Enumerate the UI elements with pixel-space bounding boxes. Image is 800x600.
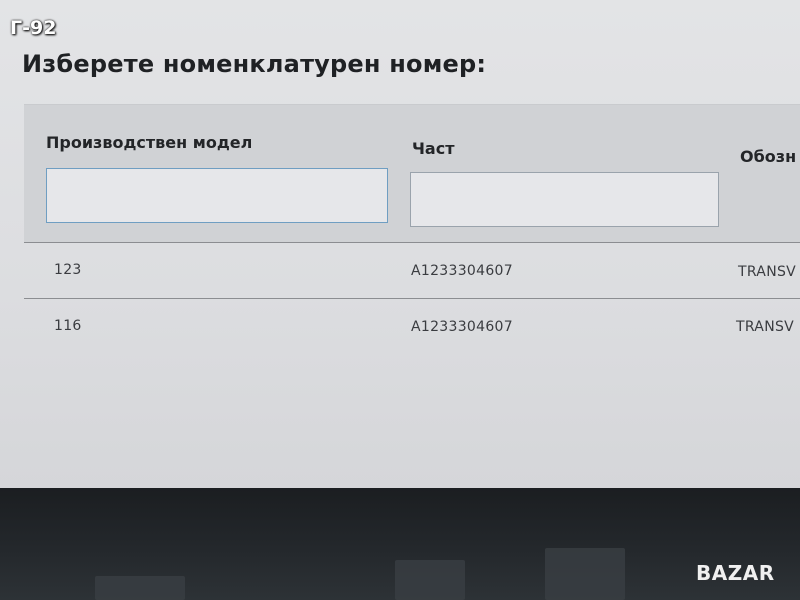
cell-model: 116	[54, 318, 82, 334]
column-header-part: Част	[412, 139, 455, 158]
truck-silhouette	[395, 560, 465, 600]
part-filter-input[interactable]	[410, 172, 719, 227]
column-header-model: Производствен модел	[46, 133, 253, 152]
filter-header: Производствен модел Част Обозн	[24, 104, 800, 242]
cell-part: A1233304607	[411, 319, 513, 335]
model-filter-input[interactable]	[46, 168, 388, 223]
truck-silhouette	[95, 576, 185, 600]
monitor-bezel-background	[0, 488, 800, 600]
column-header-designation: Обозн	[740, 147, 797, 166]
cell-designation: TRANSV	[738, 264, 797, 280]
listing-tag: Г-92	[10, 17, 57, 39]
watermark-logo: BAZAR	[696, 561, 775, 585]
truck-silhouette	[545, 548, 625, 600]
cell-model: 123	[54, 262, 82, 278]
page-title: Изберете номенклатурен номер:	[22, 50, 487, 78]
row-divider	[24, 242, 800, 243]
cropped-header-fragment: —	[60, 0, 320, 2]
cell-part: A1233304607	[411, 263, 513, 279]
cell-designation: TRANSV	[736, 319, 795, 335]
row-divider	[24, 298, 800, 299]
application-screen: — Изберете номенклатурен номер: Производ…	[0, 0, 800, 488]
